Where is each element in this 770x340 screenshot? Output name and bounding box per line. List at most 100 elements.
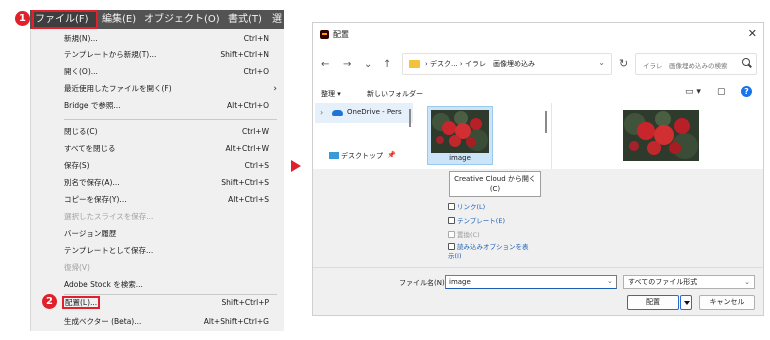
chevron-down-icon: ⌄ bbox=[744, 278, 750, 286]
menu-item-label: 別名で保存(A)... bbox=[64, 178, 120, 187]
back-arrow-icon[interactable]: ← bbox=[321, 59, 329, 70]
menu-item-shortcut: Ctrl+W bbox=[241, 127, 269, 136]
dialog-titlebar: 配置 ✕ bbox=[313, 23, 765, 47]
menu-item-open-recent[interactable]: 最近使用したファイルを開く(F) › bbox=[64, 82, 277, 96]
menu-item-new-from-template[interactable]: テンプレートから新規(T)... Shift+Ctrl+N bbox=[64, 48, 269, 62]
menu-item-new[interactable]: 新規(N)... Ctrl+N bbox=[64, 32, 269, 46]
image-preview bbox=[623, 110, 699, 161]
forward-arrow-icon[interactable]: → bbox=[343, 59, 351, 70]
checkbox-box[interactable] bbox=[448, 217, 455, 224]
menu-item-save-as-template[interactable]: テンプレートとして保存... bbox=[64, 244, 269, 258]
menu-item-label: テンプレートから新規(T)... bbox=[64, 50, 157, 59]
scrollbar[interactable] bbox=[409, 109, 411, 127]
chevron-down-icon[interactable]: ⌄ bbox=[598, 58, 605, 67]
menu-item-label: テンプレートとして保存... bbox=[64, 246, 154, 255]
show-import-options-checkbox[interactable]: 読み込みオプションを表 示(I) bbox=[448, 243, 529, 261]
menu-item-shortcut: Alt+Ctrl+O bbox=[227, 101, 269, 110]
illustrator-app-icon bbox=[320, 30, 329, 39]
link-checkbox[interactable]: リンク(L) bbox=[448, 201, 485, 211]
folder-icon bbox=[409, 60, 420, 68]
menu-item-label: 復帰(V) bbox=[64, 263, 90, 272]
menu-item-save-slices: 選択したスライスを保存... bbox=[64, 210, 269, 224]
menu-item-revert: 復帰(V) bbox=[64, 261, 269, 275]
menu-item-label: すべてを閉じる bbox=[64, 144, 116, 153]
address-bar[interactable]: › デスク... › イラレ 画像埋め込み ⌄ bbox=[402, 53, 612, 75]
nav-item-desktop[interactable]: デスクトップ bbox=[329, 151, 383, 161]
filename-input[interactable]: image bbox=[445, 275, 617, 289]
checkbox-box[interactable] bbox=[448, 203, 455, 210]
menu-item-shortcut: Ctrl+N bbox=[243, 34, 269, 43]
organize-button[interactable]: 整理 ▾ bbox=[321, 89, 341, 99]
search-icon bbox=[742, 58, 750, 66]
menu-item-label: 生成ベクター (Beta)... bbox=[64, 317, 142, 326]
menu-type[interactable]: 書式(T) bbox=[228, 10, 262, 29]
menu-file[interactable]: ファイル(F) bbox=[32, 10, 98, 29]
scrollbar[interactable] bbox=[545, 111, 547, 133]
menu-item-label: Bridge で参照... bbox=[64, 101, 121, 110]
dialog-title: 配置 bbox=[333, 30, 349, 39]
place-dialog: 配置 ✕ ← → ⌄ ↑ › デスク... › イラレ 画像埋め込み ⌄ ↻ イ… bbox=[312, 22, 764, 316]
new-folder-button[interactable]: 新しいフォルダー bbox=[367, 89, 423, 99]
cloud-icon bbox=[332, 110, 343, 116]
menu-item-save-copy[interactable]: コピーを保存(Y)... Alt+Ctrl+S bbox=[64, 193, 269, 207]
file-item-image[interactable]: image bbox=[427, 106, 493, 165]
nav-item-onedrive[interactable]: › OneDrive - Pers bbox=[315, 103, 413, 123]
menu-item-save[interactable]: 保存(S) Ctrl+S bbox=[64, 159, 269, 173]
menu-item-label: 選択したスライスを保存... bbox=[64, 212, 154, 221]
replace-checkbox: 置換(C) bbox=[448, 229, 480, 239]
menu-item-search-adobe-stock[interactable]: Adobe Stock を検索... bbox=[64, 278, 269, 292]
template-checkbox[interactable]: テンプレート(E) bbox=[448, 215, 505, 225]
menu-item-label: 最近使用したファイルを開く(F) bbox=[64, 84, 172, 93]
menu-item-generative-vector[interactable]: 生成ベクター (Beta)... Alt+Shift+Ctrl+G bbox=[64, 315, 269, 329]
menu-item-close[interactable]: 閉じる(C) Ctrl+W bbox=[64, 125, 269, 139]
menu-item-label: 新規(N)... bbox=[64, 34, 98, 43]
menu-item-shortcut: Shift+Ctrl+N bbox=[220, 50, 269, 59]
menu-item-shortcut: Alt+Ctrl+S bbox=[228, 195, 269, 204]
menu-object[interactable]: オブジェクト(O) bbox=[144, 10, 220, 29]
menu-item-close-all[interactable]: すべてを閉じる Alt+Ctrl+W bbox=[64, 142, 269, 156]
menu-item-shortcut: Shift+Ctrl+S bbox=[221, 178, 269, 187]
menu-item-version-history[interactable]: バージョン履歴 bbox=[64, 227, 269, 241]
menu-item-browse-bridge[interactable]: Bridge で参照... Alt+Ctrl+O bbox=[64, 99, 269, 113]
menu-item-shortcut: Alt+Shift+Ctrl+G bbox=[203, 317, 269, 326]
menu-item-shortcut: Alt+Ctrl+W bbox=[225, 144, 269, 153]
menu-item-shortcut: Ctrl+O bbox=[243, 67, 269, 76]
navigation-pane: › OneDrive - Pers デスクトップ 📌 bbox=[315, 103, 413, 169]
up-arrow-icon[interactable]: ↑ bbox=[383, 59, 391, 70]
file-type-select[interactable]: すべてのファイル形式 ⌄ bbox=[623, 275, 755, 289]
menu-item-shortcut: Ctrl+S bbox=[244, 161, 269, 170]
arrow-right-icon bbox=[291, 160, 301, 172]
menu-item-save-as[interactable]: 別名で保存(A)... Shift+Ctrl+S bbox=[64, 176, 269, 190]
menu-bar: ファイル(F) 編集(E) オブジェクト(O) 書式(T) 選 bbox=[30, 10, 284, 29]
submenu-chevron-icon: › bbox=[273, 84, 277, 94]
place-button[interactable]: 配置 bbox=[627, 295, 679, 310]
dialog-footer: ファイル名(N): image ⌄ すべてのファイル形式 ⌄ 配置 キャンセル bbox=[313, 267, 763, 315]
close-icon[interactable]: ✕ bbox=[748, 27, 757, 40]
search-input[interactable]: イラレ 画像埋め込みの検索 bbox=[635, 53, 757, 75]
menu-item-open[interactable]: 開く(O)... Ctrl+O bbox=[64, 65, 269, 79]
recent-locations-chevron-icon[interactable]: ⌄ bbox=[364, 59, 372, 70]
menu-item-place[interactable]: 配置(L)... Shift+Ctrl+P bbox=[61, 296, 269, 310]
image-thumbnail bbox=[431, 110, 489, 153]
search-placeholder: イラレ 画像埋め込みの検索 bbox=[643, 62, 728, 70]
chevron-down-icon[interactable]: ⌄ bbox=[607, 277, 613, 285]
checkbox-label: 読み込みオプションを表 示(I) bbox=[448, 243, 529, 260]
menu-select[interactable]: 選 bbox=[272, 10, 282, 29]
menu-edit[interactable]: 編集(E) bbox=[102, 10, 136, 29]
file-type-value: すべてのファイル形式 bbox=[628, 278, 698, 286]
menu-item-shortcut: Shift+Ctrl+P bbox=[221, 298, 269, 307]
preview-pane-icon[interactable]: ▢ bbox=[717, 87, 726, 97]
help-icon[interactable]: ? bbox=[741, 86, 752, 97]
chevron-right-icon[interactable]: › bbox=[320, 108, 323, 117]
checkbox-box[interactable] bbox=[448, 243, 455, 250]
file-name-label: image bbox=[449, 154, 471, 162]
view-options-icon[interactable]: ▭ ▾ bbox=[685, 87, 701, 97]
refresh-icon[interactable]: ↻ bbox=[619, 57, 628, 70]
menu-separator bbox=[64, 119, 277, 120]
cancel-button[interactable]: キャンセル bbox=[699, 295, 755, 310]
step-2-badge: 2 bbox=[42, 294, 57, 309]
menu-separator bbox=[64, 294, 277, 295]
place-dropdown-button[interactable] bbox=[680, 295, 692, 310]
menu-item-label: バージョン履歴 bbox=[64, 229, 117, 238]
menu-item-label: 配置(L)... bbox=[61, 296, 101, 309]
